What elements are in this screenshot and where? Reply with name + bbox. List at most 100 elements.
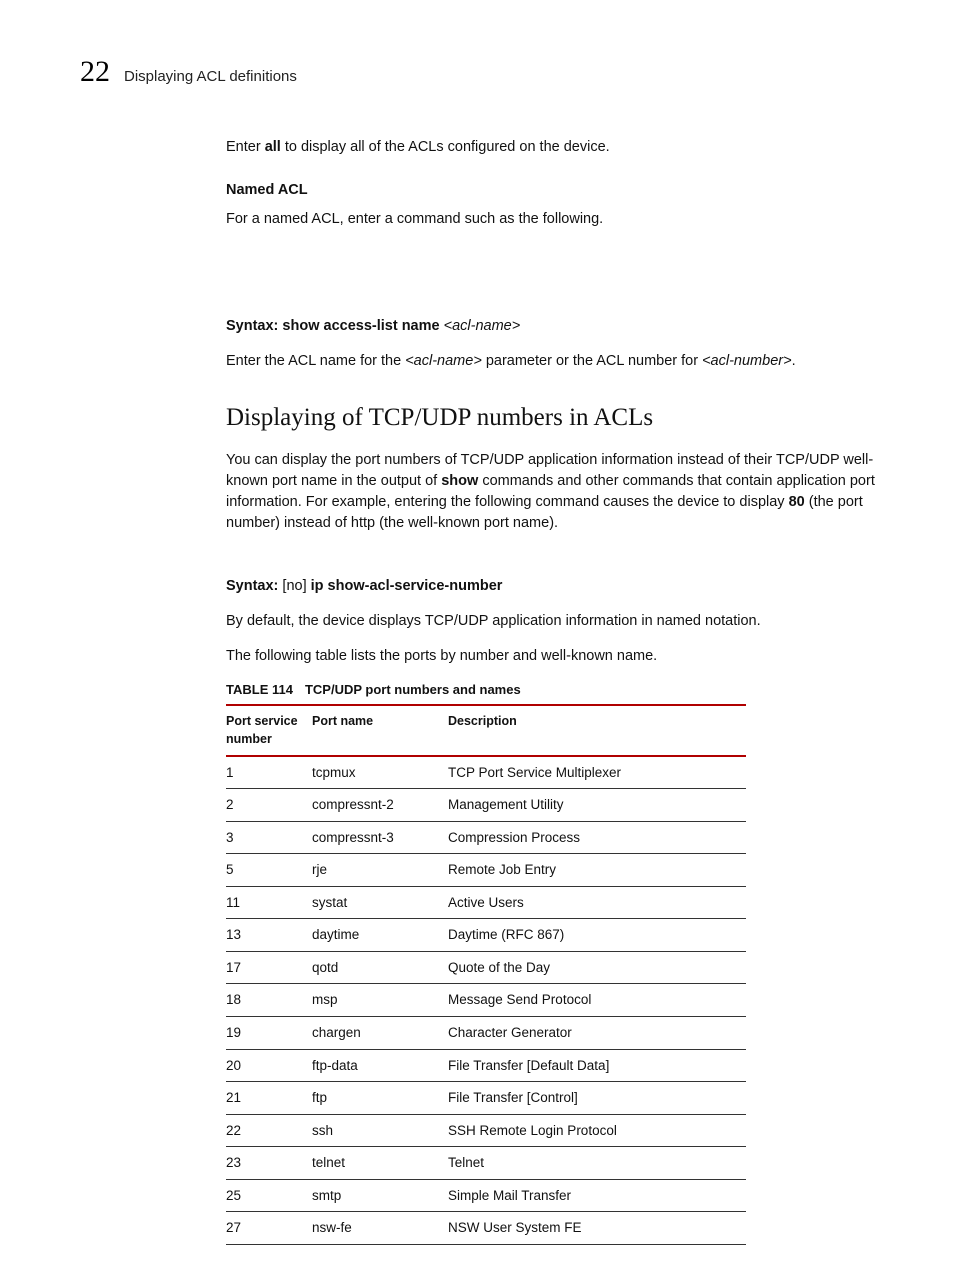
table-row: 11systatActive Users: [226, 886, 746, 919]
page-header: 22 Displaying ACL definitions: [80, 55, 874, 89]
table-row: 21ftpFile Transfer [Control]: [226, 1082, 746, 1115]
table-label: TABLE 114: [226, 682, 293, 697]
text: .: [792, 353, 796, 369]
cell-desc: Quote of the Day: [448, 951, 746, 984]
text-bold-show: show: [441, 473, 478, 489]
cell-name: ssh: [312, 1114, 448, 1147]
cell-num: 27: [226, 1212, 312, 1245]
ports-table: Port service number Port name Descriptio…: [226, 704, 746, 1245]
cell-name: msp: [312, 984, 448, 1017]
cell-desc: File Transfer [Default Data]: [448, 1049, 746, 1082]
text: Enter: [226, 139, 265, 155]
cell-desc: Daytime (RFC 867): [448, 919, 746, 952]
cell-name: qotd: [312, 951, 448, 984]
page-content: Enter all to display all of the ACLs con…: [226, 137, 876, 1245]
section-heading: Displaying of TCP/UDP numbers in ACLs: [226, 400, 876, 436]
table-row: 20ftp-dataFile Transfer [Default Data]: [226, 1049, 746, 1082]
text-italic: <acl-name>: [405, 353, 482, 369]
paragraph-enter-aclname: Enter the ACL name for the <acl-name> pa…: [226, 351, 876, 372]
syntax-line-1: Syntax: show access-list name <acl-name>: [226, 316, 876, 337]
cell-desc: Telnet: [448, 1147, 746, 1180]
table-row: 1tcpmuxTCP Port Service Multiplexer: [226, 756, 746, 789]
cell-name: ftp-data: [312, 1049, 448, 1082]
cell-name: daytime: [312, 919, 448, 952]
cell-desc: Simple Mail Transfer: [448, 1179, 746, 1212]
cell-num: 1: [226, 756, 312, 789]
paragraph-display-ports: You can display the port numbers of TCP/…: [226, 450, 876, 534]
col-header-desc: Description: [448, 705, 746, 755]
cell-num: 3: [226, 821, 312, 854]
table-row: 18mspMessage Send Protocol: [226, 984, 746, 1017]
text-italic: <acl-number>: [702, 353, 791, 369]
col-header-name: Port name: [312, 705, 448, 755]
table-row: 19chargenCharacter Generator: [226, 1017, 746, 1050]
cell-name: compressnt-2: [312, 789, 448, 822]
table-row: 27nsw-feNSW User System FE: [226, 1212, 746, 1245]
cell-num: 13: [226, 919, 312, 952]
blank-space: [226, 548, 876, 576]
table-row: 13daytimeDaytime (RFC 867): [226, 919, 746, 952]
table-row: 2compressnt-2Management Utility: [226, 789, 746, 822]
cell-desc: File Transfer [Control]: [448, 1082, 746, 1115]
document-page: 22 Displaying ACL definitions Enter all …: [0, 0, 954, 1285]
text: parameter or the ACL number for: [482, 353, 702, 369]
paragraph-named-acl: For a named ACL, enter a command such as…: [226, 209, 876, 230]
cell-name: tcpmux: [312, 756, 448, 789]
cell-name: chargen: [312, 1017, 448, 1050]
table-row: 23telnetTelnet: [226, 1147, 746, 1180]
cell-desc: Active Users: [448, 886, 746, 919]
cell-num: 2: [226, 789, 312, 822]
header-title: Displaying ACL definitions: [124, 68, 297, 85]
syntax-arg: <acl-name>: [444, 318, 521, 334]
text: to display all of the ACLs configured on…: [281, 139, 610, 155]
cell-desc: Remote Job Entry: [448, 854, 746, 887]
cell-name: nsw-fe: [312, 1212, 448, 1245]
table-caption: TABLE 114 TCP/UDP port numbers and names: [226, 681, 876, 700]
table-row: 3compressnt-3Compression Process: [226, 821, 746, 854]
paragraph-table-intro: The following table lists the ports by n…: [226, 646, 876, 667]
cell-num: 17: [226, 951, 312, 984]
cell-num: 25: [226, 1179, 312, 1212]
cell-num: 11: [226, 886, 312, 919]
cell-desc: Message Send Protocol: [448, 984, 746, 1017]
page-number: 22: [80, 55, 110, 89]
cell-num: 21: [226, 1082, 312, 1115]
blank-space: [226, 244, 876, 316]
syntax-optional: [no]: [282, 578, 310, 594]
syntax-label: Syntax:: [226, 318, 282, 334]
table-title: TCP/UDP port numbers and names: [305, 682, 521, 697]
cell-num: 22: [226, 1114, 312, 1147]
cell-name: smtp: [312, 1179, 448, 1212]
paragraph-default: By default, the device displays TCP/UDP …: [226, 611, 876, 632]
cell-desc: Compression Process: [448, 821, 746, 854]
cell-name: systat: [312, 886, 448, 919]
syntax-line-2: Syntax: [no] ip show-acl-service-number: [226, 576, 876, 597]
cell-num: 18: [226, 984, 312, 1017]
cell-name: rje: [312, 854, 448, 887]
text-bold-all: all: [265, 139, 281, 155]
cell-desc: Character Generator: [448, 1017, 746, 1050]
cell-num: 19: [226, 1017, 312, 1050]
syntax-command: ip show-acl-service-number: [311, 578, 503, 594]
heading-named-acl: Named ACL: [226, 180, 876, 201]
cell-num: 23: [226, 1147, 312, 1180]
text: Enter the ACL name for the: [226, 353, 405, 369]
table-header-row: Port service number Port name Descriptio…: [226, 705, 746, 755]
cell-num: 5: [226, 854, 312, 887]
paragraph-enter-all: Enter all to display all of the ACLs con…: [226, 137, 876, 158]
text-bold-80: 80: [789, 494, 805, 510]
table-row: 25smtpSimple Mail Transfer: [226, 1179, 746, 1212]
table-body: 1tcpmuxTCP Port Service Multiplexer2comp…: [226, 756, 746, 1245]
syntax-command: show access-list name: [282, 318, 443, 334]
cell-desc: SSH Remote Login Protocol: [448, 1114, 746, 1147]
table-row: 17qotdQuote of the Day: [226, 951, 746, 984]
cell-name: ftp: [312, 1082, 448, 1115]
table-row: 5rjeRemote Job Entry: [226, 854, 746, 887]
cell-desc: NSW User System FE: [448, 1212, 746, 1245]
col-header-number: Port service number: [226, 705, 312, 755]
cell-name: telnet: [312, 1147, 448, 1180]
cell-desc: Management Utility: [448, 789, 746, 822]
cell-num: 20: [226, 1049, 312, 1082]
cell-name: compressnt-3: [312, 821, 448, 854]
syntax-label: Syntax:: [226, 578, 282, 594]
